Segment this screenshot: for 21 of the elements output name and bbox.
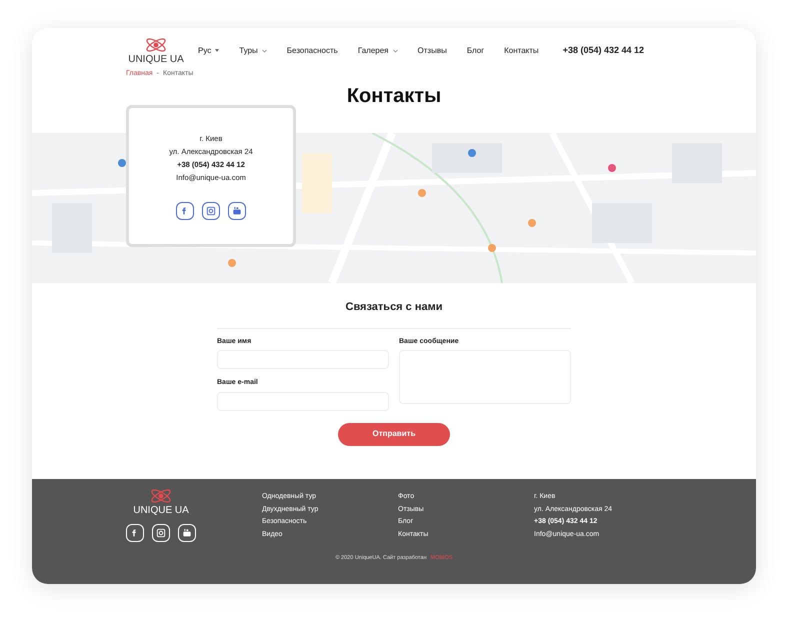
form-title: Связаться с нами bbox=[346, 300, 442, 315]
atom-logo-icon bbox=[144, 36, 168, 54]
page-title: Контакты bbox=[346, 84, 442, 109]
nav-link[interactable]: Туры bbox=[239, 44, 267, 57]
footer-logo-text: UNIQUE UA bbox=[133, 505, 189, 518]
nav-link[interactable]: Контакты bbox=[504, 44, 539, 57]
header-phone: +38 (054) 432 44 12 bbox=[562, 44, 644, 57]
nav-link[interactable]: Блог bbox=[466, 44, 484, 57]
nav-link[interactable]: Безопасность bbox=[286, 44, 338, 57]
chevron-down-icon bbox=[392, 48, 398, 53]
instagram-icon[interactable] bbox=[202, 202, 220, 220]
youtube-icon[interactable] bbox=[228, 202, 246, 220]
language-selector[interactable]: Рус bbox=[198, 44, 220, 57]
facebook-icon[interactable] bbox=[176, 202, 194, 220]
atom-logo-icon bbox=[149, 487, 173, 505]
chevron-down-icon bbox=[262, 48, 267, 53]
submit-button[interactable]: Отправить bbox=[338, 422, 450, 446]
logo-text: UNIQUE UA bbox=[128, 54, 184, 66]
nav-link[interactable]: Отзывы bbox=[418, 44, 447, 57]
caret-icon bbox=[215, 49, 220, 52]
nav-link[interactable]: Галерея bbox=[358, 44, 398, 57]
